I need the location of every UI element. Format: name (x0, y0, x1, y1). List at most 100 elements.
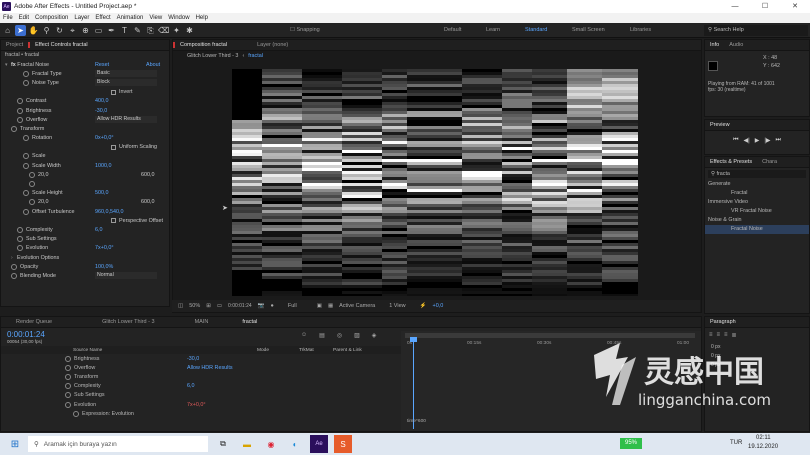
effect-property-row[interactable]: Offset Turbulence 960,0,540,0 (1, 207, 169, 216)
task-view-icon[interactable]: ⧉ (214, 435, 232, 453)
menu-window[interactable]: Window (165, 15, 192, 21)
property-dropdown[interactable]: Block (95, 79, 157, 87)
effect-property-row[interactable]: Overflow Allow HDR Results (1, 115, 169, 124)
stopwatch-icon[interactable] (17, 245, 23, 252)
timeline-property-row[interactable]: Evolution 7x+0,0° (1, 400, 399, 409)
effect-property-row[interactable]: Scale Height 500,0 (1, 189, 169, 198)
blending-mode-dropdown[interactable]: Normal (95, 272, 157, 280)
effect-property-row[interactable]: 20,0 600,0 (1, 198, 169, 207)
tab-main[interactable]: MAIN (190, 319, 214, 325)
fx-badge-icon[interactable]: fx (11, 62, 16, 68)
menu-help[interactable]: Help (193, 15, 211, 21)
stopwatch-icon[interactable] (11, 272, 17, 279)
property-value[interactable]: 500,0 (95, 190, 109, 196)
stopwatch-icon[interactable] (65, 401, 71, 408)
menu-edit[interactable]: Edit (16, 15, 32, 21)
timeline-property-value[interactable]: Allow HDR Results (187, 365, 233, 371)
fast-preview-icon[interactable]: ⚡ (420, 303, 427, 309)
effect-property-row[interactable]: Rotation 0x+0,0° (1, 134, 169, 143)
stopwatch-icon[interactable] (11, 125, 17, 132)
hand-tool-icon[interactable]: ✋ (28, 25, 39, 36)
draft-3d-icon[interactable]: ◈ (372, 332, 377, 339)
windows-start-icon[interactable]: ⊞ (6, 435, 24, 453)
menu-composition[interactable]: Composition (32, 15, 71, 21)
breadcrumb-fractal[interactable]: fractal (248, 53, 263, 59)
search-help-input[interactable]: ⚲ Search Help (704, 25, 808, 36)
effect-category[interactable]: Noise & Grain (705, 216, 809, 225)
brush-tool-icon[interactable]: ✎ (132, 25, 143, 36)
evolution-options-row[interactable]: › Evolution Options (1, 253, 169, 262)
playhead[interactable] (413, 339, 414, 429)
timeline-property-row[interactable]: Expression: Evolution (1, 409, 399, 418)
menu-animation[interactable]: Animation (114, 15, 147, 21)
shy-icon[interactable]: ☺ (301, 332, 307, 339)
mask-icon[interactable]: ▭ (217, 303, 222, 309)
tab-character[interactable]: Chara (757, 159, 782, 165)
sublime-icon[interactable]: S (334, 435, 352, 453)
property-value[interactable]: 600,0 (141, 199, 155, 205)
tab-layer[interactable]: Layer (none) (252, 42, 293, 48)
menu-file[interactable]: File (0, 15, 16, 21)
effect-item[interactable]: Fractal Noise (705, 225, 809, 234)
property-value[interactable]: 6,0 (95, 227, 103, 233)
menu-effect[interactable]: Effect (92, 15, 113, 21)
timeline-property-row[interactable]: Overflow Allow HDR Results (1, 363, 399, 372)
stopwatch-icon[interactable] (65, 392, 71, 399)
stopwatch-icon[interactable] (17, 107, 23, 114)
property-value[interactable]: 0x+0,0° (95, 135, 114, 141)
effect-property-row[interactable]: Transform (1, 124, 169, 133)
fractal-noise-effect-header[interactable]: ▾ fx Fractal Noise Reset About (1, 60, 169, 69)
effect-property-row[interactable]: Complexity 6,0 (1, 225, 169, 234)
effects-search-input[interactable]: ⚲ fracta (708, 170, 806, 178)
stopwatch-icon[interactable] (23, 153, 29, 160)
timeline-property-row[interactable]: Transform (1, 372, 399, 381)
grid-icon[interactable]: ⊞ (206, 303, 211, 309)
after-effects-taskbar-icon[interactable]: Ae (310, 435, 328, 453)
effect-item[interactable]: VR Fractal Noise (705, 207, 809, 216)
checkbox[interactable] (111, 89, 116, 95)
expression-text[interactable]: time*600 (407, 419, 426, 424)
pan-behind-tool-icon[interactable]: ⊕ (80, 25, 91, 36)
prev-frame-icon[interactable]: ◀| (744, 137, 750, 144)
zoom-dropdown[interactable]: 50% (189, 303, 200, 309)
battery-badge[interactable]: 95% (620, 438, 642, 449)
effect-property-row[interactable]: 20,0 600,0 (1, 170, 169, 179)
close-button[interactable]: ✕ (780, 0, 810, 13)
eraser-tool-icon[interactable]: ⌫ (158, 25, 169, 36)
stopwatch-icon[interactable] (65, 373, 71, 380)
snapping-checkbox[interactable]: ☐ Snapping (290, 23, 320, 38)
clock-time[interactable]: 02:11 (756, 435, 771, 441)
zoom-tool-icon[interactable]: ⚲ (41, 25, 52, 36)
effect-property-row[interactable]: Perspective Offset (1, 216, 169, 225)
pen-tool-icon[interactable]: ✒ (106, 25, 117, 36)
tab-effect-controls[interactable]: Effect Controls fractal (28, 42, 92, 48)
stopwatch-icon[interactable] (23, 190, 29, 197)
workspace-libraries[interactable]: Libraries (630, 23, 651, 38)
effect-category[interactable]: Immersive Video (705, 198, 809, 207)
puppet-tool-icon[interactable]: ✱ (184, 25, 195, 36)
minimize-button[interactable]: — (720, 0, 750, 13)
effect-property-row[interactable]: Uniform Scaling (1, 143, 169, 152)
reset-link[interactable]: Reset (95, 62, 109, 68)
tab-render-queue[interactable]: Render Queue (11, 319, 57, 325)
checkbox[interactable] (111, 218, 116, 224)
menu-view[interactable]: View (146, 15, 165, 21)
effect-category[interactable]: Generate (705, 180, 809, 189)
stopwatch-icon[interactable] (29, 199, 35, 206)
region-icon[interactable]: ▣ (317, 303, 322, 309)
stopwatch-icon[interactable] (23, 79, 29, 86)
tab-audio[interactable]: Audio (724, 42, 748, 48)
timeline-property-row[interactable]: Complexity 6,0 (1, 382, 399, 391)
stopwatch-icon[interactable] (65, 383, 71, 390)
stopwatch-icon[interactable] (23, 135, 29, 142)
effect-property-row[interactable]: Invert (1, 88, 169, 97)
effect-property-row[interactable]: Contrast 400,0 (1, 97, 169, 106)
menu-layer[interactable]: Layer (71, 15, 92, 21)
property-value[interactable]: -30,0 (95, 108, 107, 114)
tab-info[interactable]: Info (705, 42, 724, 48)
property-value[interactable]: 600,0 (141, 172, 155, 178)
taskbar-search-input[interactable]: ⚲ Aramak için buraya yazın (28, 436, 208, 452)
stopwatch-icon[interactable] (29, 181, 35, 188)
selection-tool-icon[interactable]: ➤ (15, 24, 26, 36)
workspace-learn[interactable]: Learn (486, 23, 500, 38)
